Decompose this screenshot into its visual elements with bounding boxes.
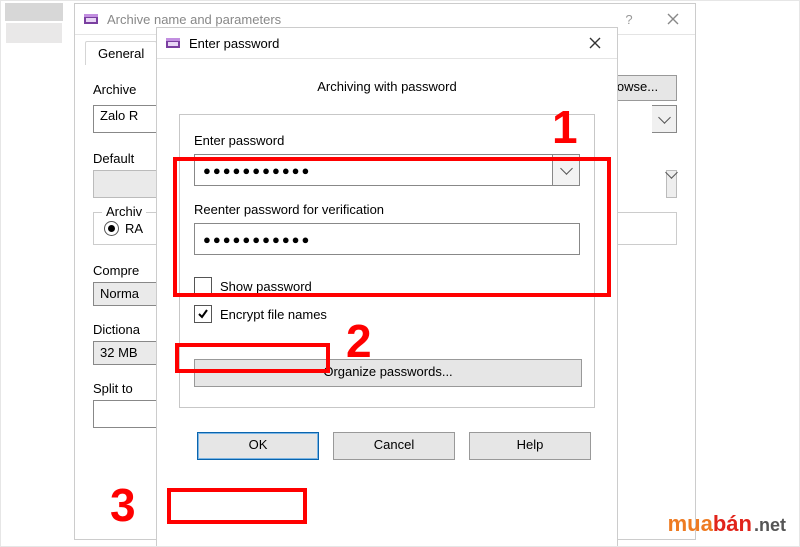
back-close-button[interactable]	[651, 4, 695, 34]
show-password-label: Show password	[220, 279, 312, 294]
rar-radio-label: RA	[125, 221, 143, 236]
chevron-down-icon	[560, 162, 573, 175]
ok-button[interactable]: OK	[197, 432, 319, 460]
checkbox-icon	[194, 277, 212, 295]
tab-general[interactable]: General	[85, 41, 157, 65]
dialog-subtitle: Archiving with password	[179, 79, 595, 94]
show-password-checkbox[interactable]: Show password	[194, 277, 580, 295]
chevron-down-icon	[658, 111, 671, 124]
password-group: Enter password ●●●●●●●●●●● Reenter passw…	[179, 114, 595, 408]
encrypt-filenames-checkbox[interactable]: Encrypt file names	[194, 305, 580, 323]
front-close-button[interactable]	[573, 28, 617, 58]
help-button[interactable]: Help	[469, 432, 591, 460]
back-title: Archive name and parameters	[107, 12, 607, 27]
close-icon	[667, 13, 679, 25]
update-mode-dropdown[interactable]	[666, 170, 677, 198]
archive-name-dropdown[interactable]	[652, 105, 677, 133]
radio-icon	[104, 221, 119, 236]
reenter-password-input[interactable]: ●●●●●●●●●●●	[194, 223, 580, 255]
enter-password-label: Enter password	[194, 133, 580, 148]
reenter-password-label: Reenter password for verification	[194, 202, 580, 217]
winrar-icon	[83, 11, 99, 27]
front-title: Enter password	[189, 36, 573, 51]
close-icon	[589, 37, 601, 49]
password-history-dropdown[interactable]	[553, 154, 580, 186]
password-input[interactable]: ●●●●●●●●●●●	[194, 154, 553, 186]
watermark: muabán.net	[668, 511, 786, 537]
front-titlebar: Enter password	[157, 28, 617, 59]
winrar-icon	[165, 35, 181, 51]
encrypt-filenames-label: Encrypt file names	[220, 307, 327, 322]
chevron-down-icon	[665, 166, 678, 179]
archive-format-legend: Archiv	[102, 204, 146, 219]
enter-password-dialog: Enter password Archiving with password E…	[156, 27, 618, 547]
checkbox-icon	[194, 305, 212, 323]
cancel-button[interactable]: Cancel	[333, 432, 455, 460]
organize-passwords-button[interactable]: Organize passwords...	[194, 359, 582, 387]
